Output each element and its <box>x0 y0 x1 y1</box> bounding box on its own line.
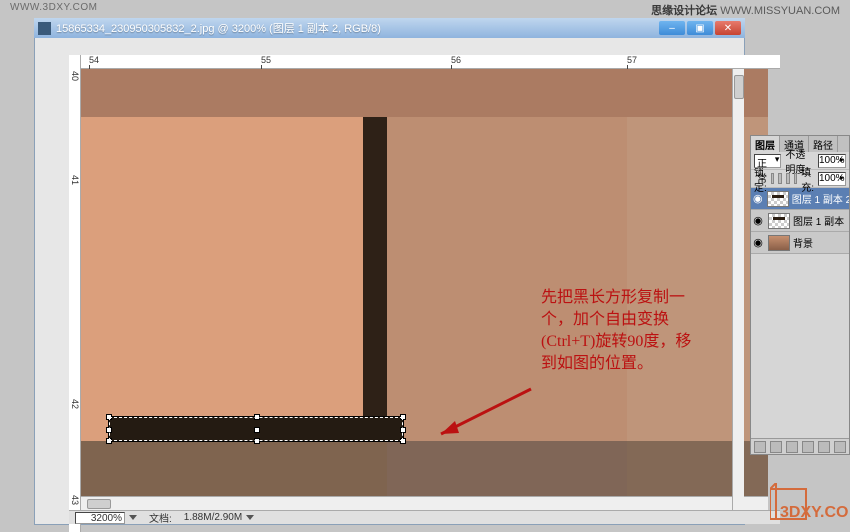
annotation-arrow-icon <box>421 379 541 459</box>
pixel-block <box>627 69 768 441</box>
scrollbar-thumb[interactable] <box>734 75 744 99</box>
transform-handle[interactable] <box>254 438 260 444</box>
ruler-h-tick: 55 <box>261 55 271 65</box>
ruler-h-tick: 56 <box>451 55 461 65</box>
layer-thumbnail[interactable] <box>768 235 790 251</box>
ruler-h-tick: 54 <box>89 55 99 65</box>
transform-handle[interactable] <box>254 414 260 420</box>
ruler-vertical[interactable]: 40 41 42 43 <box>69 55 81 532</box>
lock-position-icon[interactable] <box>786 173 790 184</box>
ruler-v-tick: 43 <box>70 495 80 505</box>
pixel-block <box>81 69 768 117</box>
svg-text:3DXY.COM: 3DXY.COM <box>780 504 848 521</box>
transform-handle[interactable] <box>106 438 112 444</box>
new-layer-icon[interactable] <box>818 441 830 453</box>
visibility-icon[interactable]: ◉ <box>751 192 764 205</box>
free-transform-bounding-box[interactable] <box>108 416 404 442</box>
minimize-button[interactable]: – <box>659 21 685 35</box>
new-group-icon[interactable] <box>802 441 814 453</box>
lock-transparent-icon[interactable] <box>771 173 775 184</box>
layer-name[interactable]: 图层 1 副本 <box>793 213 844 228</box>
layer-style-icon[interactable] <box>770 441 782 453</box>
annotation-text: 先把黑长方形复制一个，加个自由变换(Ctrl+T)旋转90度，移到如图的位置。 <box>541 287 701 375</box>
visibility-icon[interactable]: ◉ <box>751 214 765 227</box>
watermark-left: WWW.3DXY.COM <box>10 2 97 13</box>
blend-mode-select[interactable]: 正常 <box>754 154 781 168</box>
scrollbar-horizontal[interactable] <box>81 496 768 510</box>
document-frame: 54 55 56 57 40 41 42 43 先把黑长方形复制一个 <box>34 18 745 525</box>
layers-panel[interactable]: 图层 通道 路径 正常 不透明度: 100% 锁定: 填充: 100% ◉ 图层… <box>750 135 850 455</box>
zoom-input[interactable]: 3200% <box>75 512 125 524</box>
watermark-right-url: WWW.MISSYUAN.COM <box>720 5 840 17</box>
delete-layer-icon[interactable] <box>834 441 846 453</box>
transform-handle-center[interactable] <box>254 427 260 433</box>
ruler-v-tick: 42 <box>70 399 80 409</box>
ruler-horizontal[interactable]: 54 55 56 57 <box>81 55 780 69</box>
watermark-right-cn: 思缘设计论坛 <box>651 5 717 17</box>
canvas[interactable]: 先把黑长方形复制一个，加个自由变换(Ctrl+T)旋转90度，移到如图的位置。 <box>81 69 768 515</box>
document-icon <box>38 22 51 35</box>
transform-handle[interactable] <box>400 438 406 444</box>
layer-list: ◉ 图层 1 副本 2 ◉ 图层 1 副本 ◉ 背景 <box>751 188 849 254</box>
scrollbar-vertical[interactable] <box>732 69 744 515</box>
layer-name[interactable]: 图层 1 副本 2 <box>792 191 849 206</box>
doc-value: 1.88M/2.90M <box>184 512 242 523</box>
pixel-block <box>363 117 387 441</box>
layer-item[interactable]: ◉ 图层 1 副本 <box>751 210 849 232</box>
maximize-button[interactable]: ▣ <box>687 21 713 35</box>
close-button[interactable]: ✕ <box>715 21 741 35</box>
layer-thumbnail[interactable] <box>768 213 790 229</box>
opacity-input[interactable]: 100% <box>818 154 846 168</box>
ruler-h-tick: 57 <box>627 55 637 65</box>
doc-info-dropdown-icon[interactable] <box>246 515 254 520</box>
link-layers-icon[interactable] <box>754 441 766 453</box>
transform-handle[interactable] <box>106 414 112 420</box>
layers-panel-footer <box>751 438 849 454</box>
layer-name[interactable]: 背景 <box>793 235 813 250</box>
transform-handle[interactable] <box>400 414 406 420</box>
layer-mask-icon[interactable] <box>786 441 798 453</box>
ruler-v-tick: 41 <box>70 175 80 185</box>
ruler-v-tick: 40 <box>70 71 80 81</box>
scrollbar-thumb[interactable] <box>87 499 111 509</box>
pixel-block <box>81 117 363 441</box>
lock-all-icon[interactable] <box>794 173 798 184</box>
doc-label: 文档: <box>149 510 172 525</box>
document-titlebar[interactable]: 15865334_230950305832_2.jpg @ 3200% (图层 … <box>34 18 745 38</box>
fill-label: 填充: <box>801 164 814 194</box>
transform-handle[interactable] <box>400 427 406 433</box>
watermark-right: 思缘设计论坛 WWW.MISSYUAN.COM <box>651 2 840 18</box>
brand-watermark: 3DXY.COM <box>770 483 848 523</box>
zoom-dropdown-icon[interactable] <box>129 515 137 520</box>
transform-handle[interactable] <box>106 427 112 433</box>
visibility-icon[interactable]: ◉ <box>751 236 765 249</box>
fill-input[interactable]: 100% <box>818 172 846 186</box>
layer-item[interactable]: ◉ 背景 <box>751 232 849 254</box>
lock-image-icon[interactable] <box>778 173 782 184</box>
document-title: 15865334_230950305832_2.jpg @ 3200% (图层 … <box>56 20 659 36</box>
layer-thumbnail[interactable] <box>767 191 788 207</box>
tab-layers[interactable]: 图层 <box>751 136 780 152</box>
statusbar: 3200% 文档: 1.88M/2.90M <box>69 510 780 524</box>
